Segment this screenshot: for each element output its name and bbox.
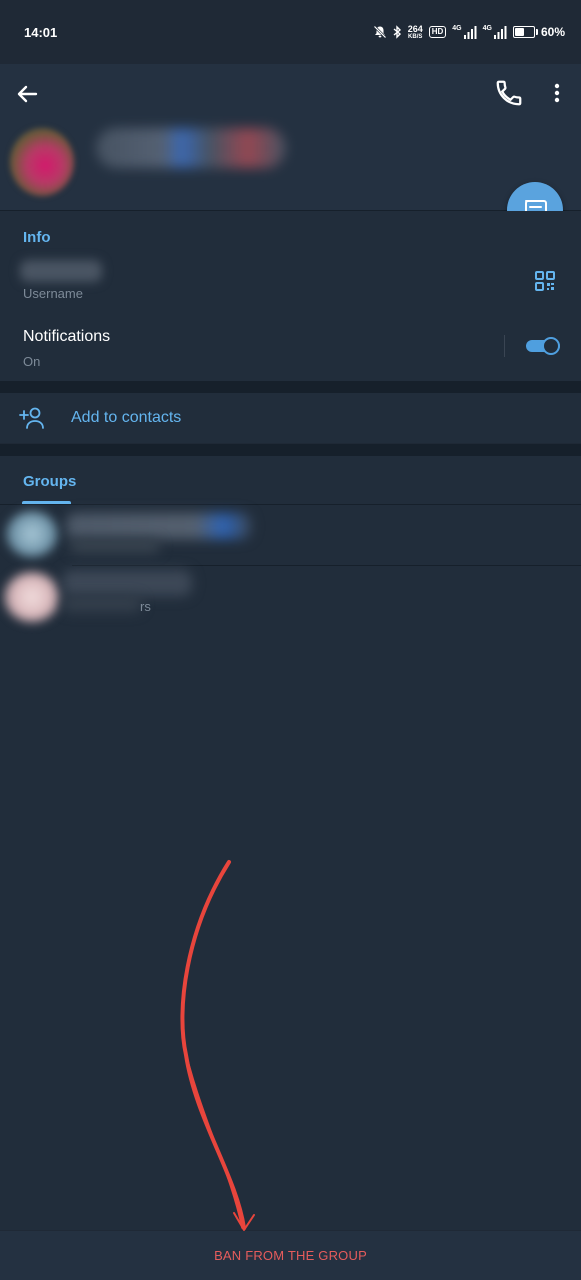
battery-fill [514, 28, 524, 36]
sim2-signal: 4G [483, 25, 507, 39]
username-value-redacted[interactable] [20, 260, 102, 282]
phone-icon [496, 80, 522, 106]
group-subtitle-redacted [62, 596, 142, 612]
info-section [0, 211, 581, 381]
more-vertical-icon [554, 83, 560, 103]
tab-groups-label: Groups [23, 473, 77, 490]
mute-bell-icon [373, 25, 387, 39]
qr-code-icon [535, 271, 555, 291]
sim1-signal: 4G [452, 25, 477, 39]
status-icons: 264 KB/S HD 4G 4G 60% [373, 22, 565, 42]
group-name-redacted [66, 513, 251, 539]
hd-icon: HD [428, 26, 447, 38]
sim1-label: 4G [452, 25, 462, 32]
signal-icon [493, 26, 507, 39]
ban-from-group-button[interactable]: BAN FROM THE GROUP [0, 1231, 581, 1280]
add-person-icon [18, 405, 48, 431]
username-caption: Username [23, 286, 83, 301]
notifications-status: On [23, 354, 41, 369]
sim2-label: 4G [482, 25, 492, 32]
status-time: 14:01 [24, 25, 58, 40]
group-list-item[interactable] [0, 505, 581, 565]
battery-icon [512, 26, 538, 38]
more-options-button[interactable] [545, 78, 569, 108]
qr-code-button[interactable] [532, 268, 558, 294]
toggle-knob [542, 337, 560, 355]
call-button[interactable] [494, 78, 524, 108]
back-button[interactable] [12, 80, 44, 108]
net-speed-unit: KB/S [408, 33, 423, 40]
profile-avatar[interactable] [10, 128, 74, 196]
hd-label: HD [431, 27, 444, 36]
section-gap [0, 381, 581, 393]
group-name-redacted [62, 570, 192, 596]
notifications-toggle[interactable] [526, 337, 560, 355]
section-gap [0, 444, 581, 456]
bluetooth-icon [393, 25, 401, 39]
notifications-divider [504, 335, 505, 357]
group-subtitle-redacted [70, 539, 160, 553]
group-subtitle-fragment: rs [140, 599, 151, 614]
back-arrow-icon [17, 85, 38, 103]
group-avatar-redacted [6, 511, 58, 557]
signal-icon [463, 26, 477, 39]
info-title: Info [23, 229, 51, 246]
group-list-item[interactable] [0, 566, 581, 628]
notifications-label[interactable]: Notifications [23, 328, 110, 346]
profile-name-redacted [96, 128, 286, 168]
battery-percent: 60% [540, 25, 565, 39]
net-speed: 264 KB/S [407, 23, 423, 40]
group-avatar-redacted [4, 572, 60, 622]
battery-cap [535, 29, 538, 35]
add-to-contacts-label: Add to contacts [71, 409, 182, 426]
net-speed-value: 264 [407, 23, 423, 34]
